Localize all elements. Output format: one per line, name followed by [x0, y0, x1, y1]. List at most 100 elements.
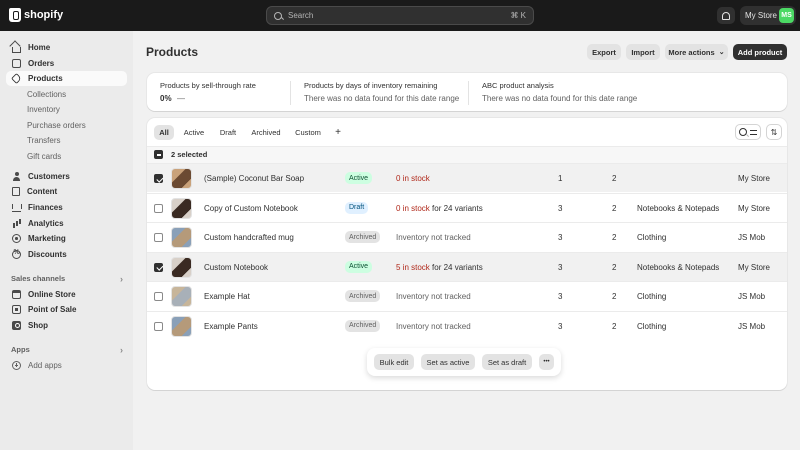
table-row[interactable]: Example Hat Archived Inventory not tracked…: [147, 281, 787, 310]
product-name[interactable]: Example Pants: [204, 322, 258, 331]
search-input[interactable]: Search ⌘ K: [266, 6, 534, 25]
person-icon: [12, 172, 21, 181]
abc-analysis-message: There was no data found for this date ra…: [482, 94, 638, 103]
days-inventory-title[interactable]: Products by days of inventory remaining: [304, 81, 437, 90]
inventory-not-tracked: Inventory not tracked: [396, 292, 471, 301]
more-options-button[interactable]: •••: [539, 354, 554, 370]
apps-heading[interactable]: Apps ›: [11, 345, 123, 355]
sidebar-subitem-inventory[interactable]: Inventory: [27, 103, 60, 116]
tab-active[interactable]: Active: [178, 125, 210, 140]
bulk-edit-button[interactable]: Bulk edit: [374, 354, 414, 370]
status-badge: Active: [345, 260, 373, 273]
row-checkbox[interactable]: [154, 203, 163, 213]
shopify-logo[interactable]: shopify: [9, 8, 63, 22]
sidebar-item-label: Online Store: [28, 290, 76, 299]
product-thumbnail[interactable]: [171, 286, 192, 307]
markets-count: 2: [612, 262, 617, 272]
product-thumbnail[interactable]: [171, 315, 192, 337]
orders-icon: [12, 59, 21, 68]
import-button[interactable]: Import: [626, 44, 660, 60]
sales-channels-heading[interactable]: Sales channels ›: [11, 274, 123, 284]
product-category: Notebooks & Notepads: [637, 203, 720, 213]
sidebar-item-label: Analytics: [28, 219, 64, 228]
sidebar-item-shop[interactable]: Shop: [6, 318, 127, 333]
row-checkbox[interactable]: [154, 233, 163, 242]
sort-button[interactable]: ⇅: [766, 124, 782, 140]
sidebar-subitem-collections[interactable]: Collections: [27, 88, 66, 101]
product-thumbnail[interactable]: [171, 227, 192, 248]
sell-through-value: 0%: [160, 94, 172, 103]
product-vendor: JS Mob: [738, 233, 766, 242]
sidebar-item-marketing[interactable]: Marketing: [6, 231, 127, 246]
table-row[interactable]: Custom handcrafted mug Archived Inventory …: [147, 222, 787, 251]
add-view-button[interactable]: +: [330, 125, 346, 140]
table-row[interactable]: Example Pants Archived Inventory not track…: [147, 310, 787, 340]
sidebar-item-online-store[interactable]: Online Store: [6, 287, 127, 302]
sidebar-item-content[interactable]: Content: [6, 184, 127, 199]
shop-icon: [12, 321, 21, 330]
set-active-button[interactable]: Set as active: [421, 354, 475, 370]
row-checkbox[interactable]: [154, 262, 163, 272]
sell-through-title[interactable]: Products by sell-through rate: [160, 81, 256, 90]
sales-channels-count: 1: [558, 174, 563, 183]
sidebar-item-add-apps[interactable]: Add apps: [6, 358, 127, 373]
table-row[interactable]: Custom Notebook Active 5 in stock for 24 v…: [147, 251, 787, 281]
search-filter-button[interactable]: [735, 124, 761, 140]
sidebar-subitem-purchase-orders[interactable]: Purchase orders: [27, 119, 86, 132]
product-name[interactable]: Example Hat: [204, 292, 250, 301]
section-heading-label: Apps: [11, 345, 30, 354]
tag-icon: [11, 73, 22, 84]
tab-all[interactable]: All: [154, 125, 174, 140]
product-thumbnail[interactable]: [171, 197, 192, 219]
product-category: Clothing: [637, 321, 667, 331]
chart-icon: [12, 219, 21, 228]
tab-draft[interactable]: Draft: [214, 125, 242, 140]
selected-count: 2 selected: [171, 150, 208, 159]
notifications-button[interactable]: [717, 7, 735, 24]
product-thumbnail[interactable]: [171, 168, 192, 189]
status-badge: Archived: [345, 319, 381, 332]
sales-channels-count: 3: [558, 292, 563, 301]
sales-channels-count: 3: [558, 321, 563, 331]
sidebar-item-analytics[interactable]: Analytics: [6, 216, 127, 231]
product-name[interactable]: Copy of Custom Notebook: [204, 204, 298, 213]
sidebar-item-label: Discounts: [28, 250, 67, 259]
product-vendor: JS Mob: [738, 321, 766, 331]
sidebar-item-customers[interactable]: Customers: [6, 169, 127, 184]
product-name[interactable]: Custom Notebook: [204, 263, 268, 272]
row-checkbox[interactable]: [154, 174, 163, 183]
sidebar-item-discounts[interactable]: Discounts: [6, 247, 127, 262]
filter-icon: [750, 129, 757, 135]
logo-text: shopify: [24, 9, 64, 21]
tab-custom[interactable]: Custom: [290, 125, 326, 140]
sidebar-item-label: Products: [28, 74, 63, 83]
sidebar-item-orders[interactable]: Orders: [6, 56, 127, 71]
table-row[interactable]: Copy of Custom Notebook Draft 0 in stock f…: [147, 192, 787, 222]
chevron-right-icon: ›: [120, 274, 123, 284]
search-icon: [739, 128, 747, 136]
product-name[interactable]: Custom handcrafted mug: [204, 233, 294, 242]
select-all-checkbox[interactable]: [154, 150, 163, 159]
status-badge: Archived: [345, 231, 381, 243]
sidebar-item-home[interactable]: Home: [6, 40, 127, 55]
product-thumbnail[interactable]: [171, 256, 192, 278]
tab-archived[interactable]: Archived: [246, 125, 286, 140]
sidebar-item-products[interactable]: Products: [6, 71, 127, 86]
more-actions-button[interactable]: More actions ⌄: [665, 44, 728, 60]
sidebar-subitem-gift-cards[interactable]: Gift cards: [27, 150, 61, 163]
row-checkbox[interactable]: [154, 321, 163, 331]
row-checkbox[interactable]: [154, 292, 163, 301]
product-name[interactable]: (Sample) Coconut Bar Soap: [204, 174, 304, 183]
sidebar-item-label: Marketing: [28, 234, 66, 243]
analytics-card: [147, 73, 787, 111]
abc-analysis-title[interactable]: ABC product analysis: [482, 81, 554, 90]
store-menu-button[interactable]: My Store MS: [740, 6, 796, 25]
sidebar-item-point-of-sale[interactable]: Point of Sale: [6, 302, 127, 317]
table-row[interactable]: (Sample) Coconut Bar Soap Active 0 in stoc…: [147, 163, 787, 192]
sidebar-subitem-transfers[interactable]: Transfers: [27, 134, 61, 147]
set-draft-button[interactable]: Set as draft: [482, 354, 532, 370]
add-product-button[interactable]: Add product: [733, 44, 787, 60]
export-button[interactable]: Export: [587, 44, 621, 60]
inventory-variants: for 24 variants: [429, 262, 483, 272]
sidebar-item-finances[interactable]: Finances: [6, 200, 127, 215]
